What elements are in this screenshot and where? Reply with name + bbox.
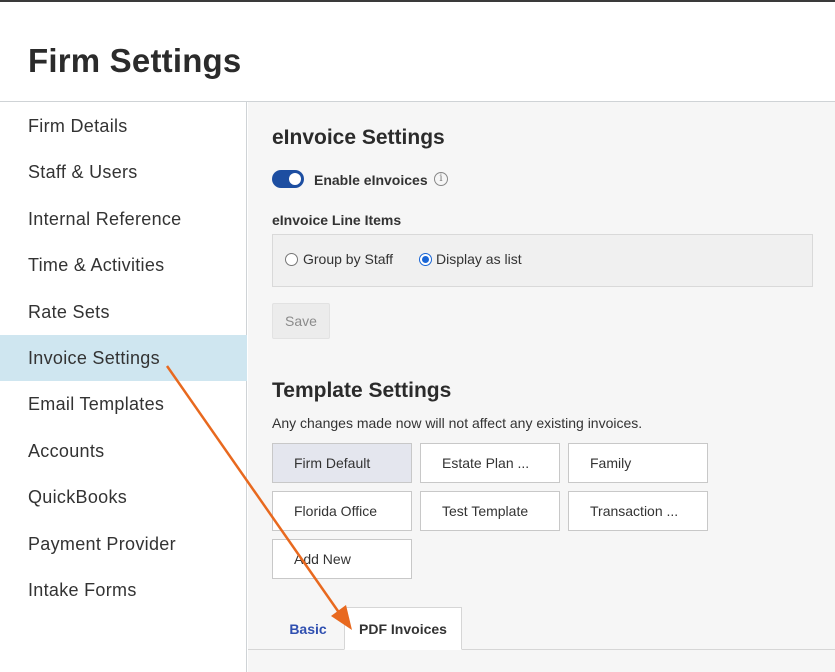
add-new-template-button[interactable]: Add New — [272, 539, 412, 579]
sidebar-item-payment-provider[interactable]: Payment Provider — [0, 521, 247, 567]
template-florida-office[interactable]: Florida Office — [272, 491, 412, 531]
group-by-staff-label[interactable]: Group by Staff — [303, 251, 393, 267]
sidebar-item-firm-details[interactable]: Firm Details — [0, 103, 247, 149]
sidebar-item-rate-sets[interactable]: Rate Sets — [0, 289, 247, 335]
enable-einvoices-label: Enable eInvoices — [314, 172, 428, 188]
tab-basic[interactable]: Basic — [272, 607, 344, 650]
line-items-options: Group by Staff Display as list — [272, 234, 813, 287]
settings-content: eInvoice Settings Enable eInvoices i eIn… — [248, 102, 835, 672]
template-firm-default[interactable]: Firm Default — [272, 443, 412, 483]
info-icon[interactable]: i — [434, 172, 448, 186]
template-test-template[interactable]: Test Template — [420, 491, 560, 531]
template-note: Any changes made now will not affect any… — [272, 415, 643, 431]
sidebar-item-invoice-settings[interactable]: Invoice Settings — [0, 335, 247, 381]
template-settings-title: Template Settings — [272, 379, 452, 402]
page-title: Firm Settings — [28, 42, 242, 79]
template-family[interactable]: Family — [568, 443, 708, 483]
tab-pdf-invoices[interactable]: PDF Invoices — [344, 607, 462, 650]
settings-sidebar: Firm Details Staff & Users Internal Refe… — [0, 102, 247, 672]
template-estate-plan[interactable]: Estate Plan ... — [420, 443, 560, 483]
display-as-list-radio[interactable] — [419, 253, 432, 266]
template-transaction[interactable]: Transaction ... — [568, 491, 708, 531]
sidebar-item-intake-forms[interactable]: Intake Forms — [0, 567, 247, 613]
display-as-list-label[interactable]: Display as list — [436, 251, 522, 267]
group-by-staff-radio[interactable] — [285, 253, 298, 266]
einvoice-settings-title: eInvoice Settings — [272, 126, 445, 149]
sidebar-item-accounts[interactable]: Accounts — [0, 428, 247, 474]
sidebar-item-staff-users[interactable]: Staff & Users — [0, 149, 247, 195]
sidebar-item-time-activities[interactable]: Time & Activities — [0, 242, 247, 288]
einvoice-line-items-label: eInvoice Line Items — [272, 212, 402, 228]
toggle-knob — [289, 173, 301, 185]
sidebar-item-internal-reference[interactable]: Internal Reference — [0, 196, 247, 242]
save-button[interactable]: Save — [272, 303, 330, 339]
sidebar-item-quickbooks[interactable]: QuickBooks — [0, 474, 247, 520]
sidebar-item-email-templates[interactable]: Email Templates — [0, 381, 247, 427]
top-border — [0, 0, 835, 2]
enable-einvoices-toggle[interactable] — [272, 170, 304, 188]
